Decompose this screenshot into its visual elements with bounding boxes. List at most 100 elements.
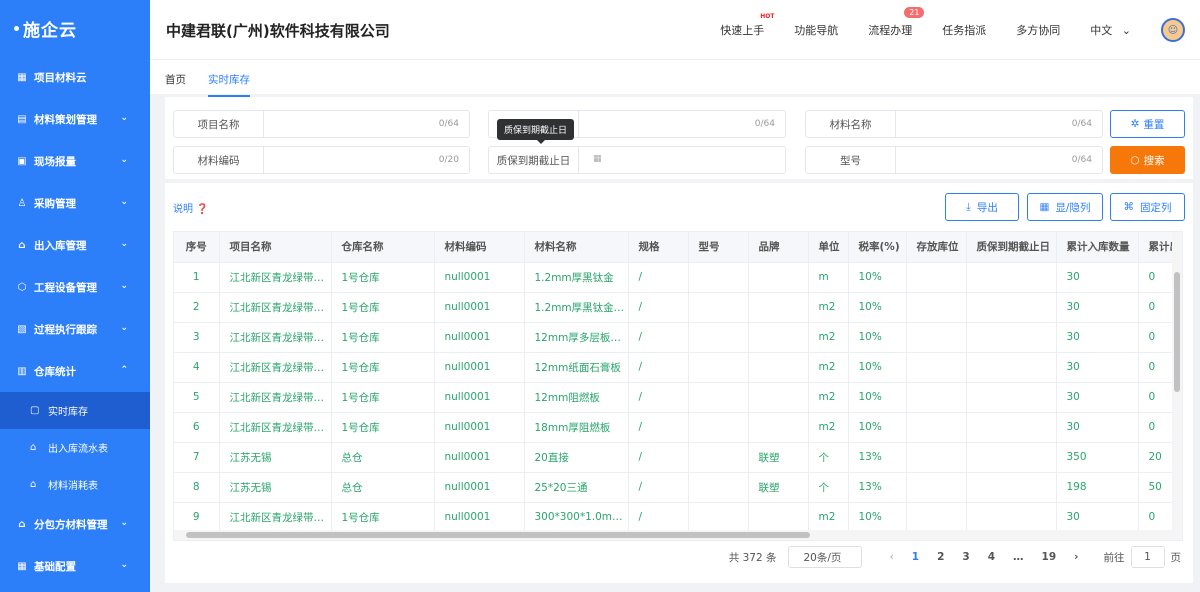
- page-size-select[interactable]: 20条/页: [788, 546, 863, 568]
- column-header[interactable]: 仓库名称: [331, 232, 435, 263]
- next-page-button[interactable]: ›: [1074, 551, 1078, 563]
- sidebar-item-label: 工程设备管理: [34, 281, 97, 294]
- header-nav: 快速上手 HOT 功能导航 流程办理 21 任务指派 多方协同 中文 ⌄ ☺: [720, 0, 1200, 60]
- page-3[interactable]: 3: [962, 551, 969, 563]
- column-header[interactable]: 存放库位: [906, 232, 967, 263]
- quick-start-link[interactable]: 快速上手 HOT: [720, 13, 774, 38]
- table-row[interactable]: 8 江苏无锡 总仓 null0001 25*20三通 / 联塑个 13% 198 50: [174, 472, 1182, 503]
- page-4[interactable]: 4: [988, 551, 995, 563]
- scroll-thumb[interactable]: [1174, 272, 1180, 392]
- sidebar-item-tracking[interactable]: ▧ 过程执行跟踪 ⌄: [0, 308, 150, 350]
- quick-start-label: 快速上手: [720, 24, 765, 37]
- goto-input[interactable]: 1: [1130, 546, 1165, 568]
- column-header[interactable]: 质保到期截止日: [966, 232, 1057, 263]
- chevron-down-icon: ⌄: [120, 197, 128, 207]
- search-button[interactable]: ○ 搜索: [1110, 146, 1185, 174]
- sidebar-item-purchase[interactable]: ♙ 采购管理 ⌄: [0, 182, 150, 224]
- avatar[interactable]: ☺: [1161, 18, 1185, 42]
- page-ellipsis[interactable]: …: [1013, 551, 1024, 563]
- sidebar-item-subcontract[interactable]: ⌂ 分包方材料管理 ⌄: [0, 503, 150, 545]
- table-cell: [906, 412, 967, 443]
- task-assign-link[interactable]: 任务指派: [942, 22, 986, 38]
- material-code-field[interactable]: 材料编码 0/20: [173, 146, 470, 174]
- page-1[interactable]: 1: [912, 551, 919, 563]
- page-unit: 页: [1170, 551, 1182, 564]
- column-header[interactable]: 规格: [628, 232, 689, 263]
- sidebar-item-site-report[interactable]: ▣ 现场报量 ⌄: [0, 140, 150, 182]
- model-field[interactable]: 型号 0/64: [805, 146, 1103, 174]
- table-row[interactable]: 4 江北新区青龙绿带… 1号仓库 null0001 12mm纸面石膏板 / m2 10% 30 0: [174, 352, 1182, 383]
- column-header[interactable]: 项目名称: [219, 232, 332, 263]
- table-row[interactable]: 6 江北新区青龙绿带… 1号仓库 null0001 18mm厚阻燃板 / m2 10% 30 0: [174, 412, 1182, 443]
- sidebar-item-device[interactable]: ⬡ 工程设备管理 ⌄: [0, 266, 150, 308]
- language-select[interactable]: 中文 ⌄: [1090, 22, 1131, 38]
- table-cell: [748, 502, 809, 533]
- column-header[interactable]: 材料名称: [524, 232, 629, 263]
- logo: 施企云: [0, 0, 150, 56]
- horizontal-scrollbar[interactable]: [174, 530, 1182, 540]
- toggle-columns-button[interactable]: ▦ 显/隐列: [1027, 193, 1103, 221]
- table-row[interactable]: 7 江苏无锡 总仓 null0001 20直接 / 联塑个 13% 350 20: [174, 442, 1182, 473]
- table-cell: [688, 322, 749, 353]
- table-cell: m2: [808, 382, 849, 413]
- table-row[interactable]: 2 江北新区青龙绿带… 1号仓库 null0001 1.2mm厚黑钛金… / m2 10% 30…: [174, 292, 1182, 323]
- plan-icon: ▤: [17, 113, 27, 125]
- table-cell: /: [628, 502, 689, 533]
- track-icon: ▧: [17, 323, 27, 335]
- explain-link[interactable]: 说明 ❓: [173, 200, 209, 215]
- table-cell: null0001: [434, 352, 525, 383]
- table-cell: [688, 442, 749, 473]
- material-name-field[interactable]: 材料名称 0/64: [805, 110, 1103, 138]
- sidebar-item-project-material-cloud[interactable]: ▦ 项目材料云: [0, 56, 150, 98]
- table-cell: [688, 472, 749, 503]
- tab-home[interactable]: 首页: [165, 72, 186, 87]
- table-cell: 10%: [848, 292, 907, 323]
- collab-link[interactable]: 多方协同: [1016, 22, 1060, 38]
- page-size-label: 20条/页: [803, 551, 842, 564]
- table-row[interactable]: 1 江北新区青龙绿带… 1号仓库 null0001 1.2mm厚黑钛金 / m 10% 30 0: [174, 262, 1182, 293]
- column-header[interactable]: 序号: [174, 232, 220, 263]
- scroll-thumb[interactable]: [186, 532, 810, 538]
- column-header[interactable]: 单位: [808, 232, 849, 263]
- column-header[interactable]: 累计入库数量: [1056, 232, 1139, 263]
- column-header[interactable]: 品牌: [748, 232, 809, 263]
- table-cell: 江北新区青龙绿带…: [219, 262, 332, 293]
- sidebar-item-label: 基础配置: [34, 560, 76, 573]
- sidebar-item-material-plan[interactable]: ▤ 材料策划管理 ⌄: [0, 98, 150, 140]
- table-cell: null0001: [434, 472, 525, 503]
- fix-columns-button[interactable]: ⌘ 固定列: [1110, 193, 1185, 221]
- column-header[interactable]: 税率(%): [848, 232, 907, 263]
- sidebar-item-inout-flow[interactable]: ⌂ 出入库流水表: [0, 429, 150, 466]
- table-row[interactable]: 9 江北新区青龙绿带… 1号仓库 null0001 300*300*1.0m… / m2 10…: [174, 502, 1182, 533]
- sidebar-item-consume[interactable]: ⌂ 材料消耗表: [0, 466, 150, 503]
- table-cell: 联塑: [748, 442, 809, 473]
- sidebar-item-realtime-stock[interactable]: ▢ 实时库存: [0, 392, 150, 429]
- app: 施企云 ▦ 项目材料云 ▤ 材料策划管理 ⌄ ▣ 现场报量 ⌄ ♙ 采购管理 ⌄ ⌂ 出入库管理…: [0, 0, 1200, 592]
- tab-realtime-stock[interactable]: 实时库存: [208, 72, 250, 97]
- table-row[interactable]: 5 江北新区青龙绿带… 1号仓库 null0001 12mm阻燃板 / m2 10% 30 0: [174, 382, 1182, 413]
- page-2[interactable]: 2: [937, 551, 944, 563]
- sidebar-item-config[interactable]: ▦ 基础配置 ⌄: [0, 545, 150, 587]
- notification-badge: 21: [904, 7, 925, 18]
- column-header[interactable]: 型号: [688, 232, 749, 263]
- sidebar-item-label: 仓库统计: [34, 365, 76, 378]
- table-row[interactable]: 3 江北新区青龙绿带… 1号仓库 null0001 12mm厚多层板… / m2 10% 30 0: [174, 322, 1182, 353]
- sidebar-item-label: 分包方材料管理: [34, 518, 108, 531]
- export-button[interactable]: ⤓ 导出: [945, 193, 1019, 221]
- stats-icon: ▥: [17, 365, 27, 377]
- prev-page-button[interactable]: ‹: [889, 551, 893, 563]
- function-nav-link[interactable]: 功能导航: [794, 22, 838, 38]
- table-cell: 江苏无锡: [219, 442, 332, 473]
- project-name-field[interactable]: 项目名称 0/64: [173, 110, 470, 138]
- expiry-date-field[interactable]: 质保到期截止日 ▦: [488, 146, 786, 174]
- reset-button[interactable]: ✲ 重置: [1110, 110, 1185, 138]
- logo-text: 施企云: [23, 20, 77, 41]
- page-19[interactable]: 19: [1042, 551, 1057, 563]
- process-link[interactable]: 流程办理 21: [868, 7, 925, 38]
- table-cell: [966, 502, 1057, 533]
- vertical-scrollbar[interactable]: [1172, 232, 1182, 540]
- sidebar-item-warehouse-stats[interactable]: ▥ 仓库统计 ⌃: [0, 350, 150, 392]
- column-header[interactable]: 材料编码: [434, 232, 525, 263]
- sidebar-item-inout[interactable]: ⌂ 出入库管理 ⌄: [0, 224, 150, 266]
- toggle-label: 显/隐列: [1055, 201, 1091, 214]
